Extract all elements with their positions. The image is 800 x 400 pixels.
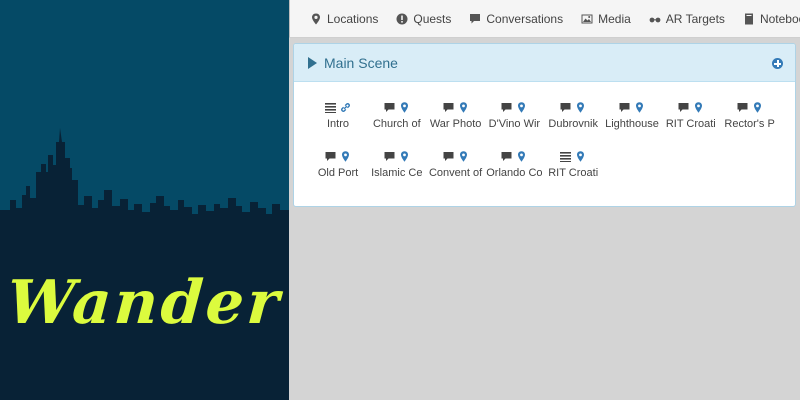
comment-icon bbox=[737, 102, 748, 112]
map-marker-icon bbox=[753, 101, 761, 113]
image-icon bbox=[581, 14, 593, 23]
nav-conversations-label: Conversations bbox=[486, 11, 564, 26]
scene-node[interactable]: Lighthouse bbox=[603, 100, 661, 134]
map-marker-icon bbox=[577, 150, 585, 162]
map-marker-icon bbox=[636, 101, 643, 113]
scene-node-icons bbox=[368, 149, 426, 163]
scene-node-label: D'Vino Wir bbox=[488, 118, 541, 130]
map-marker-icon bbox=[459, 150, 467, 162]
scene-node[interactable]: Convent of bbox=[427, 149, 485, 183]
scene-node[interactable]: Dubrovnik bbox=[544, 100, 602, 134]
comment-icon bbox=[384, 151, 395, 161]
scene-node-icons bbox=[368, 100, 426, 114]
scene-node-icons bbox=[309, 149, 367, 163]
scene-node-label: RIT Croati bbox=[665, 118, 716, 130]
scene-node-icons bbox=[603, 100, 661, 114]
nav-ar-targets[interactable]: AR Targets bbox=[631, 12, 725, 26]
map-marker-icon bbox=[518, 101, 526, 113]
collapse-triangle-icon[interactable] bbox=[308, 56, 317, 69]
glasses-icon bbox=[649, 17, 661, 22]
scene-panel-header[interactable]: Main Scene bbox=[294, 44, 795, 82]
scene-node-label: RIT Croati bbox=[548, 167, 599, 179]
scene-node[interactable]: War Photo bbox=[427, 100, 485, 134]
scene-node-icons bbox=[485, 100, 543, 114]
map-marker-icon bbox=[694, 101, 702, 113]
scene-node-label: Church of bbox=[372, 118, 421, 130]
scene-node[interactable]: RIT Croati bbox=[662, 100, 720, 134]
comment-icon bbox=[501, 151, 512, 161]
scene-node[interactable]: Intro bbox=[309, 100, 367, 134]
nav-media[interactable]: Media bbox=[563, 12, 631, 26]
comment-icon bbox=[325, 151, 336, 161]
comment-icon bbox=[443, 102, 454, 112]
book-icon bbox=[744, 13, 753, 24]
nav-quests[interactable]: Quests bbox=[378, 12, 451, 26]
app-area: Locations Quests Conversations Media AR … bbox=[289, 0, 800, 400]
nav-ar-targets-label: AR Targets bbox=[665, 11, 725, 26]
scene-node-label: Dubrovnik bbox=[548, 118, 598, 130]
scene-node-icons bbox=[544, 149, 602, 163]
scene-node-icons bbox=[309, 100, 367, 114]
comment-icon bbox=[384, 102, 395, 112]
scene-node-icons bbox=[721, 100, 779, 114]
scene-node-label: Lighthouse bbox=[605, 118, 659, 130]
scene-node-icons bbox=[485, 149, 543, 163]
scene-node-icons bbox=[427, 100, 485, 114]
nav-locations[interactable]: Locations bbox=[290, 12, 378, 26]
comment-icon bbox=[443, 151, 454, 161]
comment-icon bbox=[560, 102, 571, 112]
map-marker-icon bbox=[312, 13, 320, 24]
scene-node[interactable]: Rector's P bbox=[721, 100, 779, 134]
scene-node-label: War Photo bbox=[429, 118, 482, 130]
brand-panel: Wander bbox=[0, 0, 289, 400]
scene-node[interactable]: RIT Croati bbox=[544, 149, 602, 183]
list-icon bbox=[325, 102, 336, 113]
scene-node-label: Intro bbox=[326, 118, 349, 130]
scene-node-label: Islamic Ce bbox=[371, 167, 423, 179]
scene-title: Main Scene bbox=[324, 54, 398, 71]
exclamation-circle-icon bbox=[396, 13, 408, 24]
map-marker-icon bbox=[577, 101, 585, 113]
scene-node[interactable]: Old Port bbox=[309, 149, 367, 183]
map-marker-icon bbox=[400, 101, 408, 113]
scene-node-label: Old Port bbox=[317, 167, 359, 179]
map-marker-icon bbox=[459, 101, 467, 113]
city-skyline-illustration bbox=[0, 128, 289, 400]
nav-media-label: Media bbox=[598, 11, 631, 26]
nav-locations-label: Locations bbox=[327, 11, 379, 26]
scene-node-label: Rector's P bbox=[724, 118, 775, 130]
scene-node-icons bbox=[427, 149, 485, 163]
scene-node-icons bbox=[544, 100, 602, 114]
scene-panel: Main Scene Intro Church of War Photo D'Vino… bbox=[293, 43, 796, 207]
comment-icon bbox=[619, 102, 630, 112]
add-plus-circle-icon[interactable] bbox=[772, 58, 783, 69]
scene-node[interactable]: Church of bbox=[368, 100, 426, 134]
scene-node[interactable]: D'Vino Wir bbox=[485, 100, 543, 134]
scene-node-label: Orlando Co bbox=[486, 167, 543, 179]
map-marker-icon bbox=[400, 150, 408, 162]
scene-node-icons bbox=[662, 100, 720, 114]
wander-logo: Wander bbox=[4, 268, 285, 338]
scene-node-label: Convent of bbox=[428, 167, 483, 179]
nav-quests-label: Quests bbox=[413, 11, 452, 26]
scene-node[interactable]: Islamic Ce bbox=[368, 149, 426, 183]
map-marker-icon bbox=[342, 150, 349, 162]
comment-icon bbox=[678, 102, 689, 112]
nav-notebook[interactable]: Notebook bbox=[725, 12, 800, 26]
comment-icon bbox=[470, 13, 481, 23]
list-icon bbox=[560, 151, 572, 162]
comment-icon bbox=[501, 102, 512, 112]
nav-notebook-label: Notebook bbox=[759, 11, 800, 26]
map-marker-icon bbox=[518, 150, 526, 162]
top-navigation: Locations Quests Conversations Media AR … bbox=[289, 0, 800, 38]
scene-node[interactable]: Orlando Co bbox=[485, 149, 543, 183]
nav-conversations[interactable]: Conversations bbox=[451, 12, 563, 26]
link-icon bbox=[341, 102, 350, 112]
